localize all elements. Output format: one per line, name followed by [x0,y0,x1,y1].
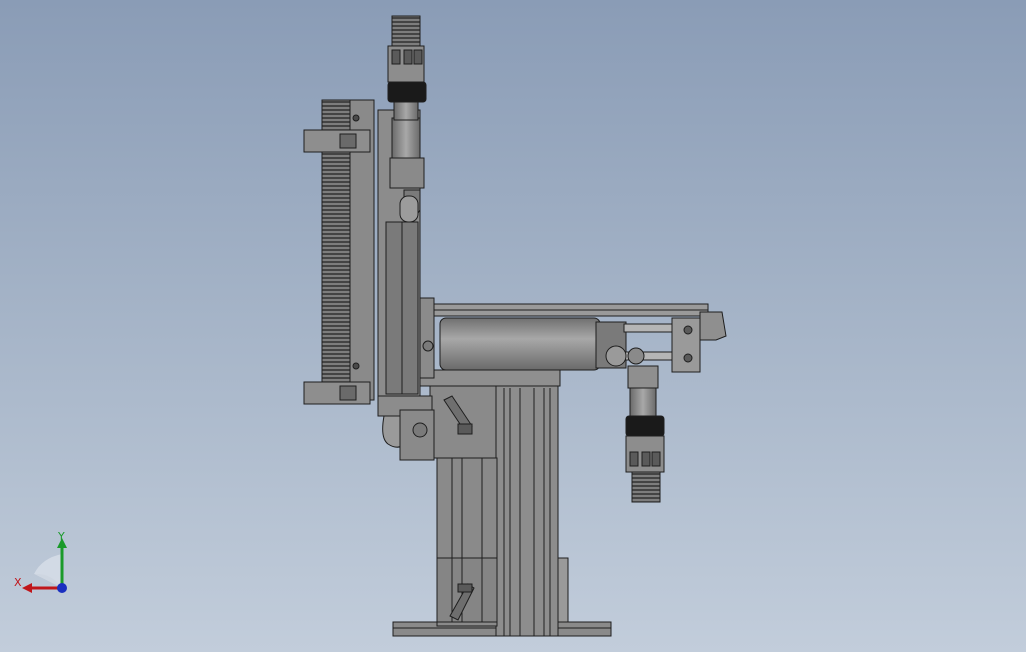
horizontal-cylinder[interactable] [439,317,601,371]
assembly-model[interactable] [0,0,1026,652]
x-axis-label: X [14,576,22,589]
top-threaded-rod[interactable] [391,15,421,47]
top-gripper-pad[interactable] [387,81,427,103]
z-axis-dot [57,583,67,593]
vertical-column[interactable] [495,369,559,637]
right-gripper-pad[interactable] [625,415,665,437]
cad-viewport[interactable]: Y X [0,0,1026,652]
coordinate-triad-icon: Y X [14,530,67,593]
right-threaded-rod[interactable] [631,471,661,503]
y-axis-label: Y [57,530,65,543]
